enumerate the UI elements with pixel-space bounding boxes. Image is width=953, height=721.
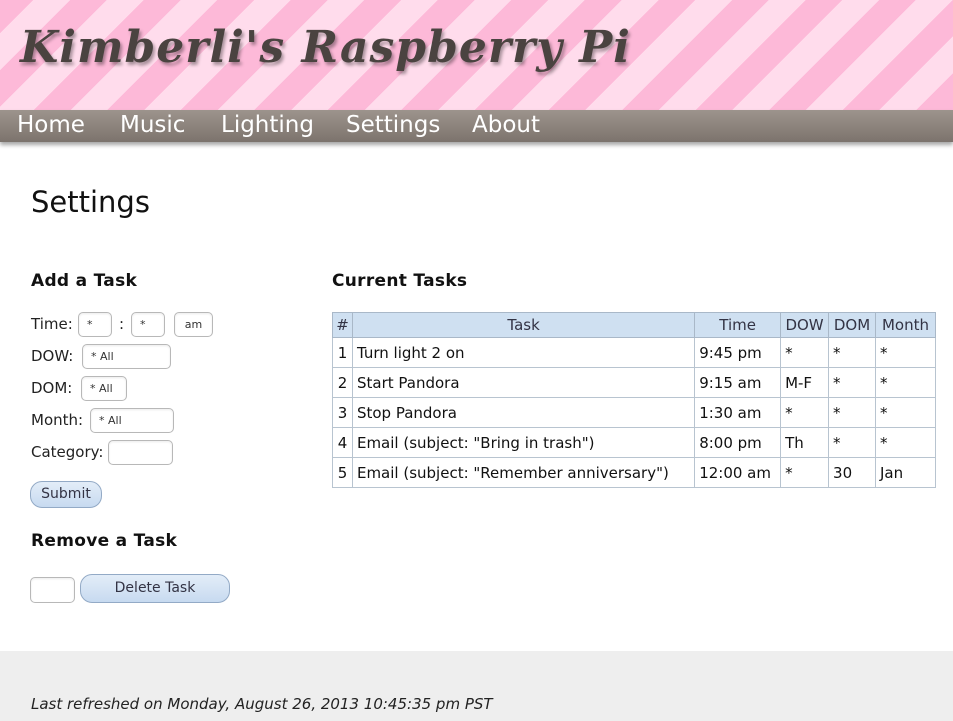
cell-dom: * — [828, 337, 876, 368]
dow-select[interactable]: * All — [82, 344, 171, 369]
tasks-table: # Task Time DOW DOM Month 1 Turn light 2… — [332, 312, 937, 488]
table-row: 2 Start Pandora 9:15 am M-F * * — [332, 367, 937, 398]
nav-lighting[interactable]: Lighting — [221, 111, 314, 140]
dom-select[interactable]: * All — [81, 376, 127, 401]
time-label: Time: — [31, 315, 73, 333]
add-task-heading: Add a Task — [31, 271, 138, 291]
cell-task: Start Pandora — [351, 367, 696, 398]
time-separator: : — [119, 315, 125, 333]
cell-task: Email (subject: "Bring in trash") — [351, 427, 696, 458]
cell-time: 1:30 am — [694, 397, 782, 428]
task-id-input[interactable] — [30, 577, 75, 603]
cell-num: 5 — [332, 457, 353, 488]
cell-num: 4 — [332, 427, 353, 458]
cell-dow: M-F — [780, 367, 830, 398]
cell-dow: * — [780, 337, 830, 368]
submit-button[interactable]: Submit — [30, 481, 102, 508]
cell-month: * — [874, 397, 937, 428]
cell-time: 12:00 am — [694, 457, 782, 488]
cell-month: * — [874, 337, 937, 368]
col-header-num: # — [332, 312, 353, 338]
table-row: 5 Email (subject: "Remember anniversary"… — [332, 457, 937, 488]
month-select[interactable]: * All — [90, 408, 174, 433]
month-label: Month: — [31, 411, 84, 429]
cell-task: Turn light 2 on — [351, 337, 696, 368]
cell-num: 3 — [332, 397, 353, 428]
ampm-select[interactable]: am — [174, 312, 213, 337]
nav-about[interactable]: About — [472, 111, 540, 140]
remove-task-heading: Remove a Task — [31, 531, 178, 551]
minute-select[interactable]: * — [131, 312, 165, 337]
cell-dom: 30 — [828, 457, 876, 488]
cell-month: Jan — [874, 457, 937, 488]
nav-music[interactable]: Music — [120, 111, 185, 140]
col-header-dow: DOW — [780, 312, 830, 338]
cell-task: Stop Pandora — [351, 397, 696, 428]
cell-time: 8:00 pm — [694, 427, 782, 458]
table-row: 3 Stop Pandora 1:30 am * * * — [332, 397, 937, 428]
dow-label: DOW: — [31, 347, 74, 365]
cell-num: 2 — [332, 367, 353, 398]
cell-task: Email (subject: "Remember anniversary") — [351, 457, 696, 488]
col-header-task: Task — [351, 312, 696, 338]
cell-dom: * — [828, 427, 876, 458]
cell-dow: Th — [780, 427, 830, 458]
cell-time: 9:45 pm — [694, 337, 782, 368]
cell-month: * — [874, 427, 937, 458]
table-row: 1 Turn light 2 on 9:45 pm * * * — [332, 337, 937, 368]
col-header-dom: DOM — [828, 312, 876, 338]
cell-dow: * — [780, 457, 830, 488]
cell-num: 1 — [332, 337, 353, 368]
cell-dom: * — [828, 367, 876, 398]
category-input[interactable] — [108, 440, 173, 465]
main-nav: Home Music Lighting Settings About — [0, 110, 953, 142]
cell-dom: * — [828, 397, 876, 428]
site-title: Kimberli's Raspberry Pi — [20, 22, 631, 73]
current-tasks-heading: Current Tasks — [332, 271, 468, 291]
last-refreshed-text: Last refreshed on Monday, August 26, 201… — [31, 695, 493, 713]
cell-dow: * — [780, 397, 830, 428]
table-header-row: # Task Time DOW DOM Month — [332, 312, 937, 338]
dom-label: DOM: — [31, 379, 73, 397]
nav-settings[interactable]: Settings — [346, 111, 440, 140]
cell-time: 9:15 am — [694, 367, 782, 398]
cell-month: * — [874, 367, 937, 398]
nav-home[interactable]: Home — [17, 111, 85, 140]
page-title: Settings — [31, 185, 150, 219]
category-label: Category: — [31, 443, 104, 461]
table-row: 4 Email (subject: "Bring in trash") 8:00… — [332, 427, 937, 458]
delete-task-button[interactable]: Delete Task — [80, 574, 230, 603]
col-header-time: Time — [694, 312, 782, 338]
page-footer: Last refreshed on Monday, August 26, 201… — [0, 651, 953, 721]
col-header-month: Month — [874, 312, 937, 338]
site-header: Kimberli's Raspberry Pi — [0, 0, 953, 110]
hour-select[interactable]: * — [78, 312, 112, 337]
